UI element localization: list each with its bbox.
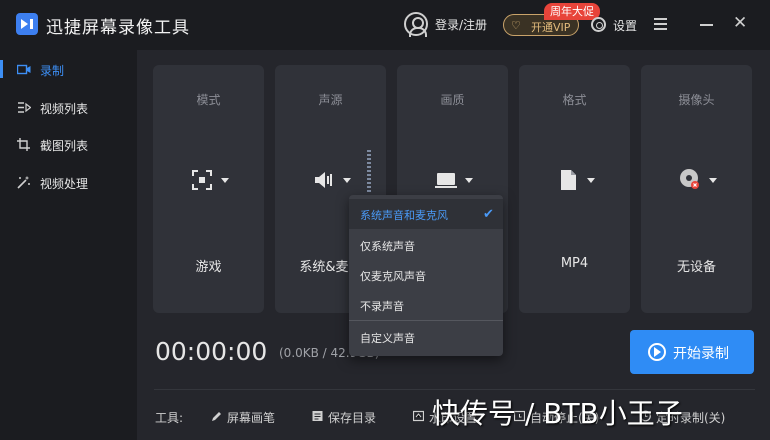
sidebar-item-video-list[interactable]: 视频列表 xyxy=(0,90,137,126)
card-title: 画质 xyxy=(440,93,465,107)
volume-meter xyxy=(367,150,371,194)
pen-icon xyxy=(212,412,221,421)
login-link[interactable]: 登录/注册 xyxy=(435,16,487,33)
close-icon[interactable]: ✕ xyxy=(733,13,747,33)
folder-icon xyxy=(312,411,323,421)
chevron-down-icon[interactable] xyxy=(709,178,717,183)
tools-label: 工具: xyxy=(155,411,184,425)
sidebar-item-video-processing[interactable]: 视频处理 xyxy=(0,165,137,201)
settings-link[interactable]: 设置 xyxy=(613,17,637,34)
sidebar-item-label: 视频处理 xyxy=(40,177,89,191)
hamburger-menu-icon[interactable] xyxy=(654,18,667,30)
card-value: 游戏 xyxy=(195,260,222,275)
promo-badge: 周年大促 xyxy=(544,3,600,20)
chevron-down-icon[interactable] xyxy=(221,178,229,183)
card-title: 声源 xyxy=(318,93,343,107)
card-title: 模式 xyxy=(196,93,221,107)
format-card[interactable]: 格式 MP4 xyxy=(519,65,630,313)
watermark-icon xyxy=(413,410,424,422)
sidebar-item-label: 视频列表 xyxy=(40,102,89,116)
camera-icon xyxy=(680,169,699,189)
minimize-icon[interactable] xyxy=(700,24,713,26)
sidebar-item-label: 录制 xyxy=(40,64,65,78)
chevron-down-icon[interactable] xyxy=(587,178,595,183)
card-value: 无设备 xyxy=(676,260,716,275)
sound-source-dropdown: 系统声音和麦克风 ✔ 仅系统声音 仅麦克风声音 不录声音 自定义声音 xyxy=(349,195,503,356)
watermark-text: 快传号 / BTB小王子 xyxy=(432,397,683,430)
mode-card[interactable]: 模式 游戏 xyxy=(153,65,264,313)
start-recording-button[interactable]: 开始录制 xyxy=(630,330,754,374)
screenshot-icon xyxy=(17,138,30,151)
menu-item-system-only[interactable]: 仅系统声音 xyxy=(349,230,503,260)
vip-label: 开通VIP xyxy=(531,21,571,34)
menu-item-label: 仅麦克风声音 xyxy=(360,270,426,283)
screen-capture-icon xyxy=(192,170,212,190)
tool-label: 保存目录 xyxy=(328,411,377,425)
card-value: MP4 xyxy=(560,256,589,271)
gear-icon[interactable] xyxy=(591,17,606,32)
user-icon[interactable] xyxy=(404,12,428,37)
chevron-down-icon[interactable] xyxy=(343,178,351,183)
file-icon xyxy=(561,170,576,190)
menu-item-label: 系统声音和麦克风 xyxy=(360,209,448,222)
magic-wand-icon xyxy=(17,176,30,189)
title-bar: 迅捷屏幕录像工具 登录/注册 ♡ 开通VIP 周年大促 设置 ✕ xyxy=(0,0,770,50)
tool-label: 屏幕画笔 xyxy=(227,411,276,425)
card-title: 格式 xyxy=(562,93,587,107)
menu-item-label: 自定义声音 xyxy=(360,332,415,345)
menu-item-custom-sound[interactable]: 自定义声音 xyxy=(349,322,503,352)
menu-item-label: 仅系统声音 xyxy=(360,240,415,253)
camera-card[interactable]: 摄像头 无设备 xyxy=(641,65,752,313)
menu-item-system-and-mic[interactable]: 系统声音和麦克风 ✔ xyxy=(349,199,503,229)
app-logo-icon xyxy=(16,13,38,35)
speaker-icon xyxy=(315,172,332,188)
chevron-down-icon[interactable] xyxy=(465,178,473,183)
sidebar-item-record[interactable]: 录制 xyxy=(0,52,137,88)
menu-item-label: 不录声音 xyxy=(360,300,404,313)
play-circle-icon xyxy=(648,343,666,361)
app-title: 迅捷屏幕录像工具 xyxy=(46,18,190,38)
menu-divider xyxy=(349,320,503,321)
sidebar: 录制 视频列表 截图列表 视频处理 xyxy=(0,50,137,440)
checkmark-icon: ✔ xyxy=(483,207,494,222)
card-title: 摄像头 xyxy=(678,93,715,107)
menu-item-mic-only[interactable]: 仅麦克风声音 xyxy=(349,260,503,290)
recording-timer: 00:00:00 xyxy=(155,337,268,366)
start-recording-label: 开始录制 xyxy=(673,346,729,362)
sidebar-item-screenshot-list[interactable]: 截图列表 xyxy=(0,127,137,163)
menu-item-no-sound[interactable]: 不录声音 xyxy=(349,290,503,320)
monitor-icon xyxy=(435,173,457,188)
video-list-icon xyxy=(18,102,31,113)
video-camera-icon xyxy=(17,64,31,75)
sidebar-item-label: 截图列表 xyxy=(40,139,89,153)
diamond-icon: ♡ xyxy=(511,19,521,32)
divider xyxy=(154,389,755,390)
